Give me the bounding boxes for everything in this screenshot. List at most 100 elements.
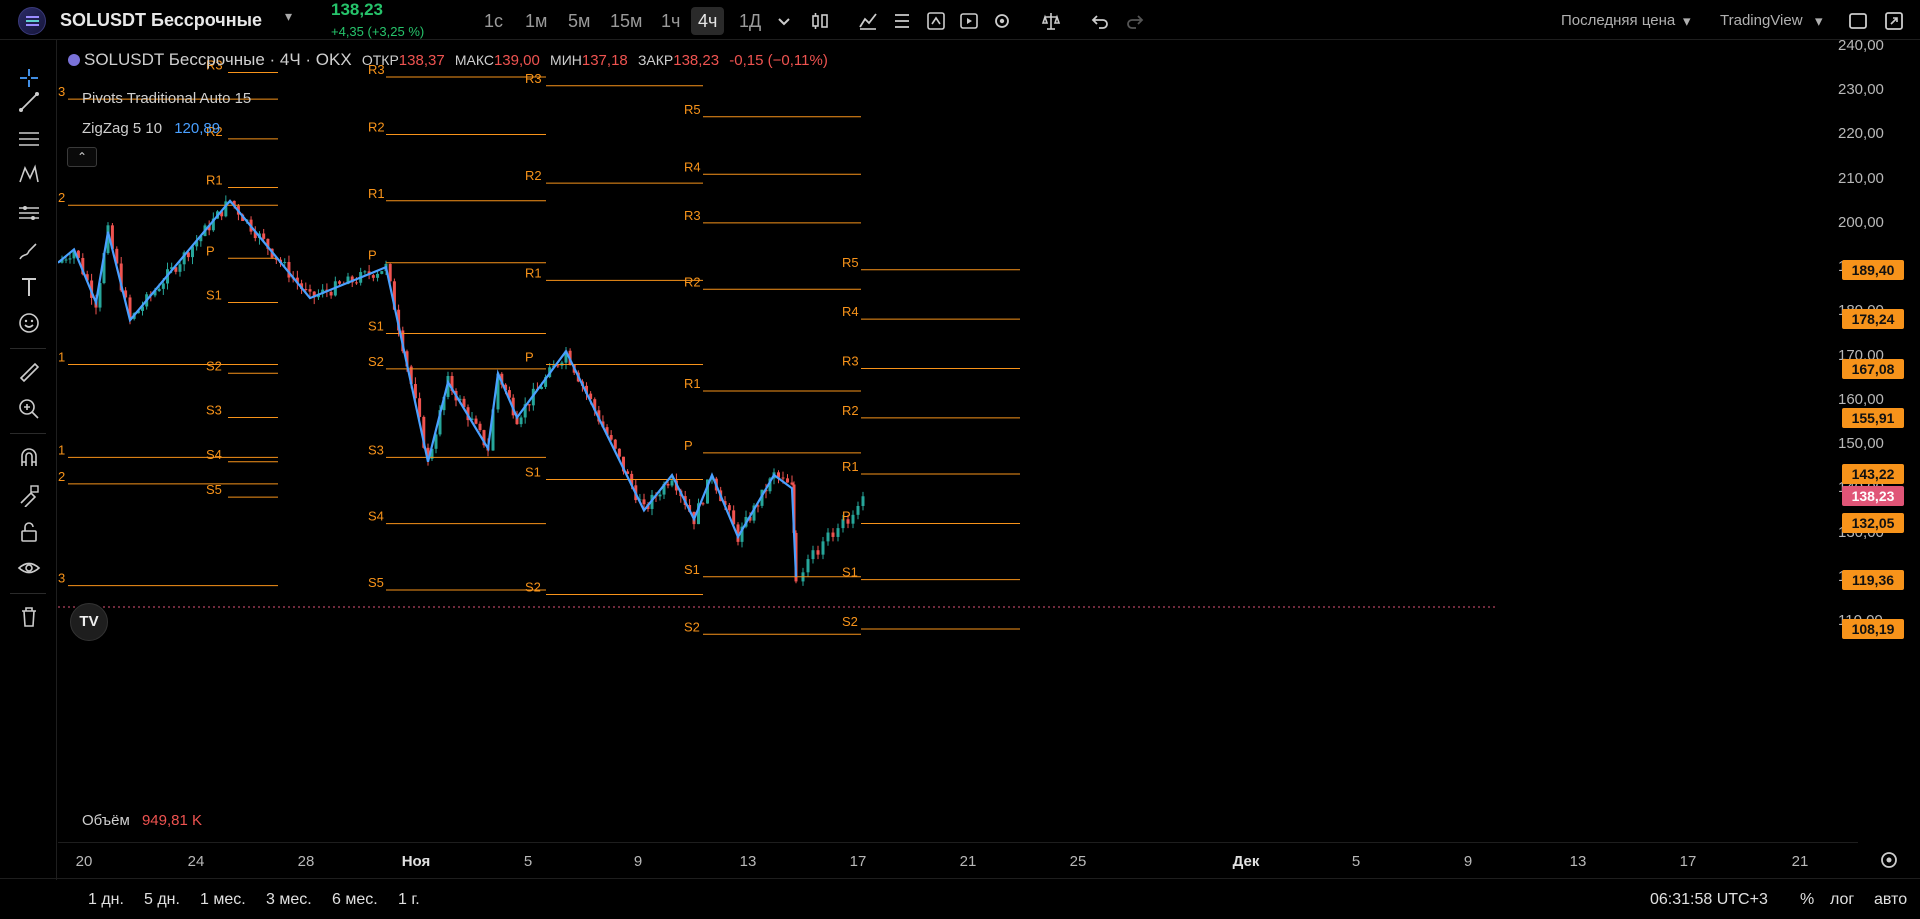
unlock-icon[interactable] [17, 520, 41, 544]
tradingview-logo-icon[interactable]: TV [70, 603, 108, 641]
gear-icon[interactable] [990, 9, 1014, 33]
tf-1s[interactable]: 1с [477, 7, 510, 35]
top-toolbar: SOLUSDT Бессрочные ▾ 138,23 +4,35 (+3,25… [0, 0, 1920, 40]
candle-body [727, 505, 731, 511]
tf-1h[interactable]: 1ч [654, 7, 687, 35]
candle-body [308, 289, 312, 292]
emoji-icon[interactable] [17, 311, 41, 335]
time-tick: Ноя [401, 853, 431, 870]
candle-body [642, 499, 646, 505]
clock[interactable]: 06:31:58 UTC+3 [1650, 891, 1768, 909]
magnet-icon[interactable] [17, 446, 41, 470]
candle-body [811, 550, 815, 560]
time-axis[interactable]: 20 24 28 Ноя 5 9 13 17 21 25 Дек 5 9 13 … [58, 842, 1897, 876]
tf-5m[interactable]: 5м [561, 7, 597, 35]
pivot-level-label: P [842, 508, 851, 523]
candle-body [304, 288, 308, 290]
candles-icon[interactable] [808, 9, 832, 33]
pivot-level-label: R4 [842, 304, 859, 319]
time-tick: 5 [1351, 853, 1361, 870]
crosshair-icon[interactable] [17, 66, 41, 90]
pivot-level-label: S4 [206, 447, 222, 462]
candle-body [338, 281, 342, 284]
time-tick: 28 [297, 853, 315, 870]
ruler-icon[interactable] [17, 360, 41, 384]
eye-icon[interactable] [17, 556, 41, 580]
chart-settings-gear-icon[interactable] [1878, 849, 1900, 871]
time-tick: 13 [739, 853, 757, 870]
pivot-price-badge: 119,36 [1842, 569, 1904, 590]
candle-body [527, 404, 531, 406]
candle-body [178, 264, 182, 272]
trendline-icon[interactable] [17, 90, 41, 114]
chart-plot[interactable]: 3 2 1 1 2 3 R3 R2 R1 P S1 S2 S3 S4 S5 R3 R2 R1 P S1 S2 S3 S4 S5… [58, 40, 1498, 800]
range-6m[interactable]: 6 мес. [332, 891, 378, 909]
zoom-in-icon[interactable] [17, 397, 41, 421]
scales-icon[interactable] [1039, 9, 1063, 33]
pattern-icon[interactable] [17, 163, 41, 187]
replay-icon[interactable] [957, 9, 981, 33]
maximize-icon[interactable] [1882, 9, 1906, 33]
auto-toggle[interactable]: авто [1874, 891, 1907, 909]
last-price: 138,23 [331, 0, 383, 19]
tf-4h[interactable]: 4ч [691, 7, 725, 35]
candle-body [831, 532, 835, 537]
pivot-level-label: R2 [842, 403, 859, 418]
solana-logo-icon [68, 54, 80, 66]
pivot-level-label: R1 [684, 376, 701, 391]
trash-icon[interactable] [17, 605, 41, 629]
chart-pane[interactable]: 3 2 1 1 2 3 R3 R2 R1 P S1 S2 S3 S4 S5 R3 R2 R1 P S1 S2 S3 S4 S5… [58, 40, 1498, 800]
lock-drawings-icon[interactable] [17, 483, 41, 507]
redo-icon[interactable] [1123, 9, 1147, 33]
list-icon[interactable] [890, 9, 914, 33]
indicators-icon[interactable] [856, 9, 880, 33]
indicator-pivots[interactable]: Pivots Traditional Auto 15 [82, 90, 251, 107]
text-icon[interactable] [17, 275, 41, 299]
fullscreen-icon[interactable] [1846, 9, 1870, 33]
high-label: МАКС [454, 52, 494, 68]
brush-icon[interactable] [17, 239, 41, 263]
pivot-level-label: R5 [684, 102, 701, 117]
pivot-level-label: 3 [58, 84, 65, 99]
chevron-down-icon[interactable] [772, 9, 796, 33]
volume-legend: Объём 949,81 K [82, 812, 202, 829]
tf-1m[interactable]: 1м [518, 7, 554, 35]
pivot-price-badge: 189,40 [1842, 259, 1904, 280]
candle-body [821, 541, 825, 555]
range-5d[interactable]: 5 дн. [144, 891, 180, 909]
fib-icon[interactable] [17, 127, 41, 151]
forecast-icon[interactable] [17, 201, 41, 225]
range-1d[interactable]: 1 дн. [88, 891, 124, 909]
pivot-level-label: S5 [368, 575, 384, 590]
alert-icon[interactable] [924, 9, 948, 33]
collapse-legend-button[interactable]: ⌃ [67, 147, 97, 167]
range-3m[interactable]: 3 мес. [266, 891, 312, 909]
chevron-down-icon[interactable]: ▾ [1683, 12, 1691, 30]
indicator-zigzag[interactable]: ZigZag 5 10 120,89 [82, 120, 220, 137]
drawing-toolbar [0, 40, 57, 880]
chevron-down-icon[interactable]: ▾ [285, 8, 292, 25]
candle-body [329, 291, 333, 296]
pivot-level-label: P [525, 349, 534, 364]
tf-15m[interactable]: 15м [603, 7, 649, 35]
symbol-name[interactable]: SOLUSDT Бессрочные [60, 10, 262, 31]
tf-1d[interactable]: 1Д [732, 7, 768, 35]
pivot-level-label: R3 [525, 71, 542, 86]
undo-icon[interactable] [1088, 9, 1112, 33]
candle-body [701, 503, 705, 505]
range-1y[interactable]: 1 г. [398, 891, 420, 909]
pivot-price-badge: 108,19 [1842, 618, 1904, 639]
candle-body [666, 483, 670, 486]
chevron-down-icon[interactable]: ▾ [1815, 12, 1823, 30]
legend-title: SOLUSDT Бессрочные · 4Ч · OKX [84, 50, 352, 69]
pivot-price-badge: 155,91 [1842, 407, 1904, 428]
provider-select[interactable]: TradingView [1720, 12, 1803, 29]
percent-toggle[interactable]: % [1800, 891, 1814, 909]
price-type-select[interactable]: Последняя цена [1561, 12, 1675, 29]
solana-logo-icon[interactable] [18, 7, 46, 35]
range-1m[interactable]: 1 мес. [200, 891, 246, 909]
pivot-level-label: R4 [684, 159, 701, 174]
pivot-level-label: S1 [525, 464, 541, 479]
candle-body [371, 275, 375, 278]
log-toggle[interactable]: лог [1830, 891, 1854, 909]
